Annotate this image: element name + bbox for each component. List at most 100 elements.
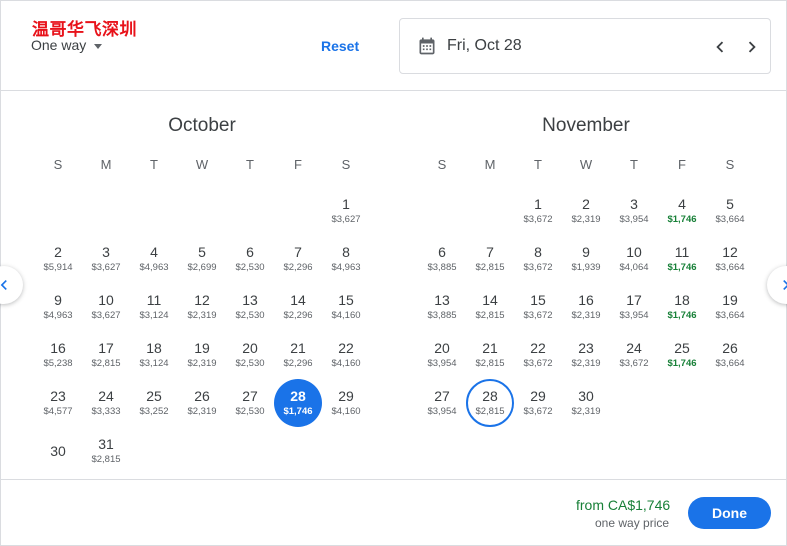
day-number: 21 [482, 340, 498, 356]
calendar-day[interactable]: 17 $3,954 [610, 283, 658, 331]
next-day-chevron-icon[interactable] [741, 36, 763, 58]
empty-cell [274, 187, 322, 235]
day-price: $3,124 [139, 310, 169, 321]
day-price: $3,954 [619, 310, 649, 321]
calendar-day[interactable]: 5 $2,699 [178, 235, 226, 283]
calendar-day[interactable]: 21 $2,815 [466, 331, 514, 379]
day-number: 13 [242, 292, 258, 308]
calendar-day[interactable]: 28 $1,746 [274, 379, 322, 427]
previous-day-chevron-icon[interactable] [709, 36, 731, 58]
calendar-day[interactable]: 1 $3,627 [322, 187, 370, 235]
calendar-day[interactable]: 20 $2,530 [226, 331, 274, 379]
calendar-day[interactable]: 17 $2,815 [82, 331, 130, 379]
day-grid: 1 $3,672 2 $2,319 3 $3,954 4 $1,746 5 $3,664 6 $3,8… [418, 187, 754, 427]
calendar-day[interactable]: 11 $3,124 [130, 283, 178, 331]
calendar-day[interactable]: 9 $4,963 [34, 283, 82, 331]
calendar-day[interactable]: 8 $4,963 [322, 235, 370, 283]
day-price: $2,296 [283, 358, 313, 369]
day-price: $4,160 [331, 358, 361, 369]
calendar-day[interactable]: 22 $4,160 [322, 331, 370, 379]
calendar-day[interactable]: 21 $2,296 [274, 331, 322, 379]
calendar-day[interactable]: 10 $4,064 [610, 235, 658, 283]
calendar-day[interactable]: 7 $2,815 [466, 235, 514, 283]
day-number: 8 [342, 244, 350, 260]
calendar-day[interactable]: 2 $2,319 [562, 187, 610, 235]
calendar-day[interactable]: 19 $3,664 [706, 283, 754, 331]
day-number: 4 [150, 244, 158, 260]
calendar-day[interactable]: 2 $5,914 [34, 235, 82, 283]
calendar-day[interactable]: 31 $2,815 [82, 427, 130, 475]
done-button[interactable]: Done [688, 497, 771, 529]
day-price: $4,160 [331, 406, 361, 417]
next-month-button[interactable] [767, 266, 787, 304]
calendar-day[interactable]: 11 $1,746 [658, 235, 706, 283]
day-number: 26 [194, 388, 210, 404]
day-number: 12 [722, 244, 738, 260]
calendar-day[interactable]: 29 $4,160 [322, 379, 370, 427]
day-number: 1 [342, 196, 350, 212]
day-number: 31 [98, 436, 114, 452]
day-price: $2,319 [571, 214, 601, 225]
calendar-day[interactable]: 24 $3,333 [82, 379, 130, 427]
calendar-day[interactable]: 13 $2,530 [226, 283, 274, 331]
calendar-day[interactable]: 29 $3,672 [514, 379, 562, 427]
calendar-day[interactable]: 30 [34, 427, 82, 475]
departure-date-field[interactable]: Fri, Oct 28 [399, 18, 771, 74]
weekday-label: T [246, 157, 254, 172]
previous-month-button[interactable] [0, 266, 23, 304]
calendar-day[interactable]: 14 $2,296 [274, 283, 322, 331]
calendar-day[interactable]: 16 $2,319 [562, 283, 610, 331]
calendar-day[interactable]: 12 $3,664 [706, 235, 754, 283]
calendar-day[interactable]: 27 $3,954 [418, 379, 466, 427]
calendar-day[interactable]: 8 $3,672 [514, 235, 562, 283]
calendar-day[interactable]: 30 $2,319 [562, 379, 610, 427]
calendar-day[interactable]: 6 $2,530 [226, 235, 274, 283]
calendar-day[interactable]: 23 $2,319 [562, 331, 610, 379]
calendar-day[interactable]: 15 $4,160 [322, 283, 370, 331]
day-price: $2,319 [571, 358, 601, 369]
calendar-day[interactable]: 26 $3,664 [706, 331, 754, 379]
calendar-day[interactable]: 15 $3,672 [514, 283, 562, 331]
calendar-day[interactable]: 25 $1,746 [658, 331, 706, 379]
calendar-day[interactable]: 9 $1,939 [562, 235, 610, 283]
weekday-label: T [630, 157, 638, 172]
day-number: 2 [54, 244, 62, 260]
calendar-day[interactable]: 5 $3,664 [706, 187, 754, 235]
calendar-day[interactable]: 12 $2,319 [178, 283, 226, 331]
calendar-day[interactable]: 4 $1,746 [658, 187, 706, 235]
trip-type-dropdown[interactable]: One way [31, 37, 103, 53]
calendar-day[interactable]: 18 $1,746 [658, 283, 706, 331]
calendar-day[interactable]: 18 $3,124 [130, 331, 178, 379]
calendar-day[interactable]: 1 $3,672 [514, 187, 562, 235]
day-price: $2,319 [571, 310, 601, 321]
weekday-header: S M T W T F S [34, 157, 370, 175]
calendar-day[interactable]: 7 $2,296 [274, 235, 322, 283]
calendar-day[interactable]: 28 $2,815 [466, 379, 514, 427]
calendar-day[interactable]: 22 $3,672 [514, 331, 562, 379]
day-price: $1,746 [667, 358, 697, 369]
day-price: $1,746 [667, 214, 697, 225]
day-price: $2,815 [475, 310, 505, 321]
day-price: $4,577 [43, 406, 73, 417]
day-price: $4,963 [331, 262, 361, 273]
day-number: 6 [438, 244, 446, 260]
calendar-day[interactable]: 23 $4,577 [34, 379, 82, 427]
calendar-day[interactable]: 19 $2,319 [178, 331, 226, 379]
header-divider [1, 90, 787, 91]
calendar-day[interactable]: 6 $3,885 [418, 235, 466, 283]
calendar-day[interactable]: 10 $3,627 [82, 283, 130, 331]
calendar-day[interactable]: 16 $5,238 [34, 331, 82, 379]
calendar-day[interactable]: 4 $4,963 [130, 235, 178, 283]
calendar-day[interactable]: 27 $2,530 [226, 379, 274, 427]
calendar-day[interactable]: 3 $3,627 [82, 235, 130, 283]
calendar-day[interactable]: 24 $3,672 [610, 331, 658, 379]
reset-button[interactable]: Reset [321, 38, 359, 54]
calendar-day[interactable]: 3 $3,954 [610, 187, 658, 235]
day-price: $1,746 [667, 310, 697, 321]
calendar-day[interactable]: 13 $3,885 [418, 283, 466, 331]
calendar-day[interactable]: 14 $2,815 [466, 283, 514, 331]
calendar-day[interactable]: 25 $3,252 [130, 379, 178, 427]
day-number: 7 [486, 244, 494, 260]
calendar-day[interactable]: 26 $2,319 [178, 379, 226, 427]
calendar-day[interactable]: 20 $3,954 [418, 331, 466, 379]
